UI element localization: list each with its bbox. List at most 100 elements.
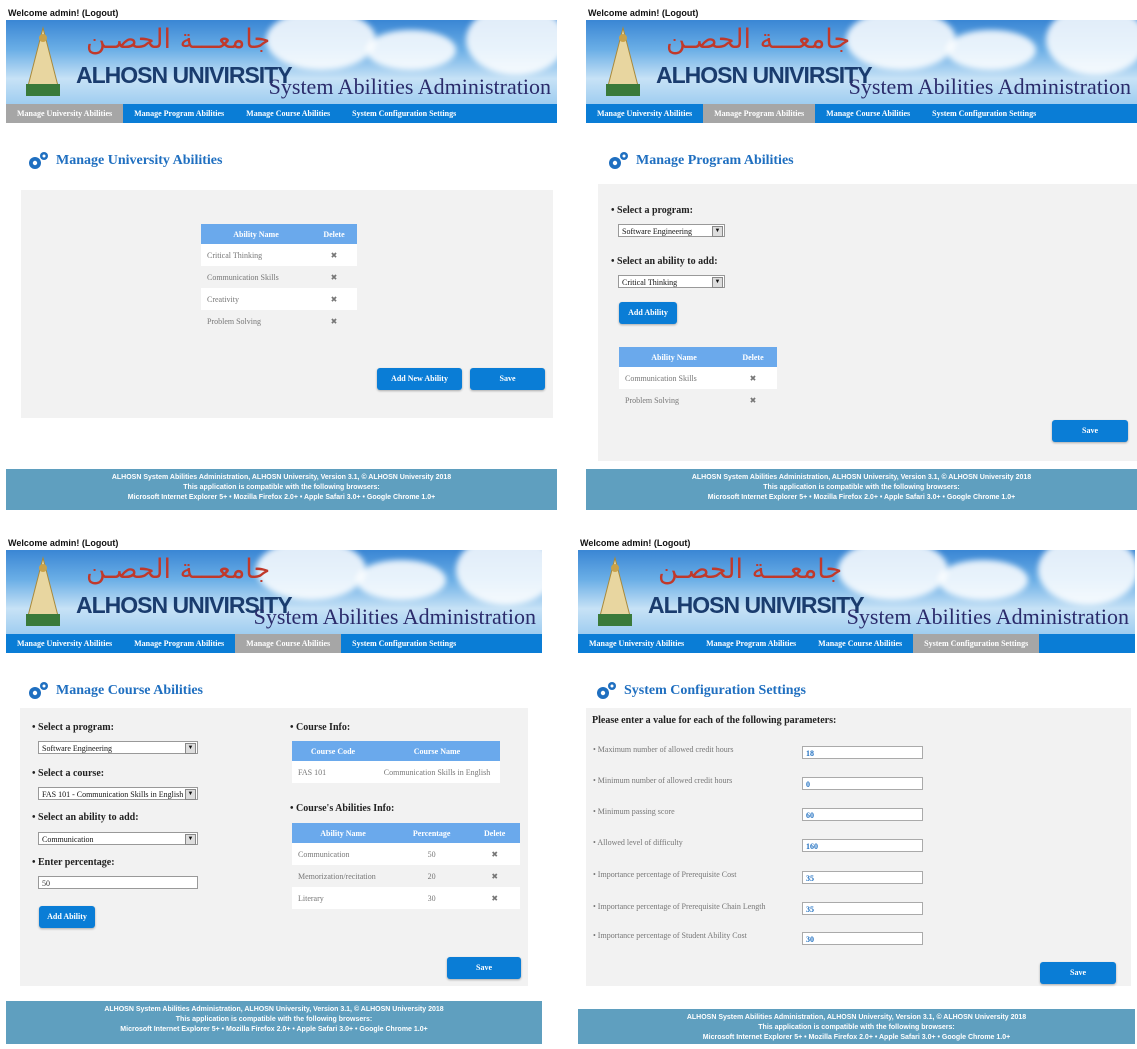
gears-icon	[29, 682, 48, 699]
param-label: • Maximum number of allowed credit hours	[593, 745, 734, 754]
delete-icon[interactable]: ✖	[311, 266, 357, 288]
tab-program-abilities[interactable]: Manage Program Abilities	[123, 634, 235, 653]
tab-university-abilities[interactable]: Manage University Abilities	[578, 634, 695, 653]
arabic-name: جامعـــة الحصـن	[86, 24, 271, 55]
delete-icon[interactable]: ✖	[311, 288, 357, 310]
footer: ALHOSN System Abilities Administration, …	[6, 469, 557, 510]
delete-icon[interactable]: ✖	[729, 367, 777, 389]
param-label: • Importance percentage of Student Abili…	[593, 931, 747, 940]
ability-label: • Select an ability to add:	[32, 812, 139, 823]
col-percentage: Percentage	[394, 823, 470, 843]
tab-course-abilities[interactable]: Manage Course Abilities	[807, 634, 913, 653]
chevron-down-icon: ▼	[185, 834, 196, 845]
header-banner: جامعـــة الحصـن ALHOSN UNIVIRSITY System…	[586, 20, 1137, 104]
chevron-down-icon: ▼	[712, 226, 723, 237]
university-name: ALHOSN UNIVIRSITY	[656, 62, 873, 88]
add-new-ability-button[interactable]: Add New Ability	[377, 368, 462, 390]
table-row: Communication Skills ✖	[201, 266, 357, 288]
tab-system-configuration[interactable]: System Configuration Settings	[341, 104, 467, 123]
chevron-down-icon: ▼	[712, 277, 723, 288]
program-select[interactable]: Software Engineering ▼	[38, 741, 198, 754]
col-delete: Delete	[729, 347, 777, 367]
program-abilities-table: Ability Name Delete Communication Skills ✖…	[619, 347, 777, 411]
col-delete: Delete	[469, 823, 520, 843]
param-label: • Allowed level of difficulty	[593, 838, 683, 847]
col-course-code: Course Code	[292, 741, 374, 761]
table-row: Critical Thinking ✖	[201, 244, 357, 266]
table-row: Communication Skills ✖	[619, 367, 777, 389]
main-nav: Manage University Abilities Manage Progr…	[586, 104, 1137, 123]
page-title: Manage Program Abilities	[606, 150, 794, 172]
table-row: Communication 50 ✖	[292, 843, 520, 865]
course-select[interactable]: FAS 101 - Communication Skills in Englis…	[38, 787, 198, 800]
footer-copyright: ALHOSN System Abilities Administration, …	[686, 1014, 1027, 1021]
tab-university-abilities[interactable]: Manage University Abilities	[6, 634, 123, 653]
gears-icon	[609, 152, 628, 169]
table-row: Literary 30 ✖	[292, 887, 520, 909]
delete-icon[interactable]: ✖	[311, 310, 357, 332]
tab-course-abilities[interactable]: Manage Course Abilities	[815, 104, 921, 123]
panel-program-abilities: Welcome admin! (Logout) جامعـــة الحصـن …	[586, 6, 1137, 510]
system-title: System Abilities Administration	[848, 74, 1131, 99]
system-title: System Abilities Administration	[268, 74, 551, 99]
tab-course-abilities[interactable]: Manage Course Abilities	[235, 634, 342, 653]
welcome-text[interactable]: Welcome admin! (Logout)	[580, 538, 690, 548]
param-label: • Minimum number of allowed credit hours	[593, 776, 733, 785]
delete-icon[interactable]: ✖	[469, 887, 520, 909]
param-label: • Importance percentage of Prerequisite …	[593, 870, 737, 879]
panel-course-abilities: Welcome admin! (Logout) جامعـــة الحصـن …	[6, 536, 542, 1044]
save-button[interactable]: Save	[470, 368, 545, 390]
tab-course-abilities[interactable]: Manage Course Abilities	[235, 104, 341, 123]
program-select[interactable]: Software Engineering ▼	[618, 224, 725, 237]
add-ability-button[interactable]: Add Ability	[39, 906, 95, 928]
col-ability-name: Ability Name	[201, 224, 311, 244]
welcome-text[interactable]: Welcome admin! (Logout)	[8, 8, 118, 18]
footer-browsers: Microsoft Internet Explorer 5+ • Mozilla…	[120, 1026, 428, 1033]
welcome-text[interactable]: Welcome admin! (Logout)	[588, 8, 698, 18]
tab-university-abilities[interactable]: Manage University Abilities	[6, 104, 124, 123]
percentage-input[interactable]: 50	[38, 876, 198, 889]
param-input-min-credit-hours[interactable]: 0	[802, 777, 923, 790]
panel-university-abilities: Welcome admin! (Logout) جامعـــة الحصـن …	[6, 6, 557, 510]
param-input-difficulty[interactable]: 160	[802, 839, 923, 852]
param-input-prereq-chain[interactable]: 35	[802, 902, 923, 915]
ability-select[interactable]: Communication ▼	[38, 832, 198, 845]
save-button[interactable]: Save	[1052, 420, 1128, 442]
delete-icon[interactable]: ✖	[469, 865, 520, 887]
welcome-text[interactable]: Welcome admin! (Logout)	[8, 538, 118, 548]
delete-icon[interactable]: ✖	[469, 843, 520, 865]
footer-compat: This application is compatible with the …	[183, 484, 380, 491]
ability-label: • Select an ability to add:	[611, 256, 718, 267]
university-name: ALHOSN UNIVIRSITY	[648, 592, 865, 618]
page-title-text: Manage Course Abilities	[56, 683, 203, 698]
save-button[interactable]: Save	[1040, 962, 1116, 984]
tab-system-configuration[interactable]: System Configuration Settings	[913, 634, 1040, 653]
tab-program-abilities[interactable]: Manage Program Abilities	[703, 104, 816, 123]
tab-university-abilities[interactable]: Manage University Abilities	[586, 104, 703, 123]
param-input-student-ability-cost[interactable]: 30	[802, 932, 923, 945]
col-ability-name: Ability Name	[292, 823, 394, 843]
program-label: • Select a program:	[611, 205, 693, 216]
percentage-label: • Enter percentage:	[32, 857, 115, 868]
delete-icon[interactable]: ✖	[311, 244, 357, 266]
table-row: Problem Solving ✖	[201, 310, 357, 332]
tab-system-configuration[interactable]: System Configuration Settings	[921, 104, 1047, 123]
abilities-info-label: • Course's Abilities Info:	[290, 803, 395, 814]
gears-icon	[597, 682, 616, 699]
footer: ALHOSN System Abilities Administration, …	[578, 1009, 1135, 1044]
footer-compat: This application is compatible with the …	[175, 1016, 373, 1023]
tab-system-configuration[interactable]: System Configuration Settings	[341, 634, 467, 653]
delete-icon[interactable]: ✖	[729, 389, 777, 411]
tab-program-abilities[interactable]: Manage Program Abilities	[123, 104, 235, 123]
save-button[interactable]: Save	[447, 957, 521, 979]
add-ability-button[interactable]: Add Ability	[619, 302, 677, 324]
ability-select[interactable]: Critical Thinking ▼	[618, 275, 725, 288]
param-input-prereq-cost[interactable]: 35	[802, 871, 923, 884]
chevron-down-icon: ▼	[185, 743, 196, 754]
table-row: Creativity ✖	[201, 288, 357, 310]
param-input-max-credit-hours[interactable]: 18	[802, 746, 923, 759]
param-input-min-passing-score[interactable]: 60	[802, 808, 923, 821]
tab-program-abilities[interactable]: Manage Program Abilities	[695, 634, 807, 653]
gears-icon	[29, 152, 48, 169]
main-nav: Manage University Abilities Manage Progr…	[6, 634, 542, 653]
